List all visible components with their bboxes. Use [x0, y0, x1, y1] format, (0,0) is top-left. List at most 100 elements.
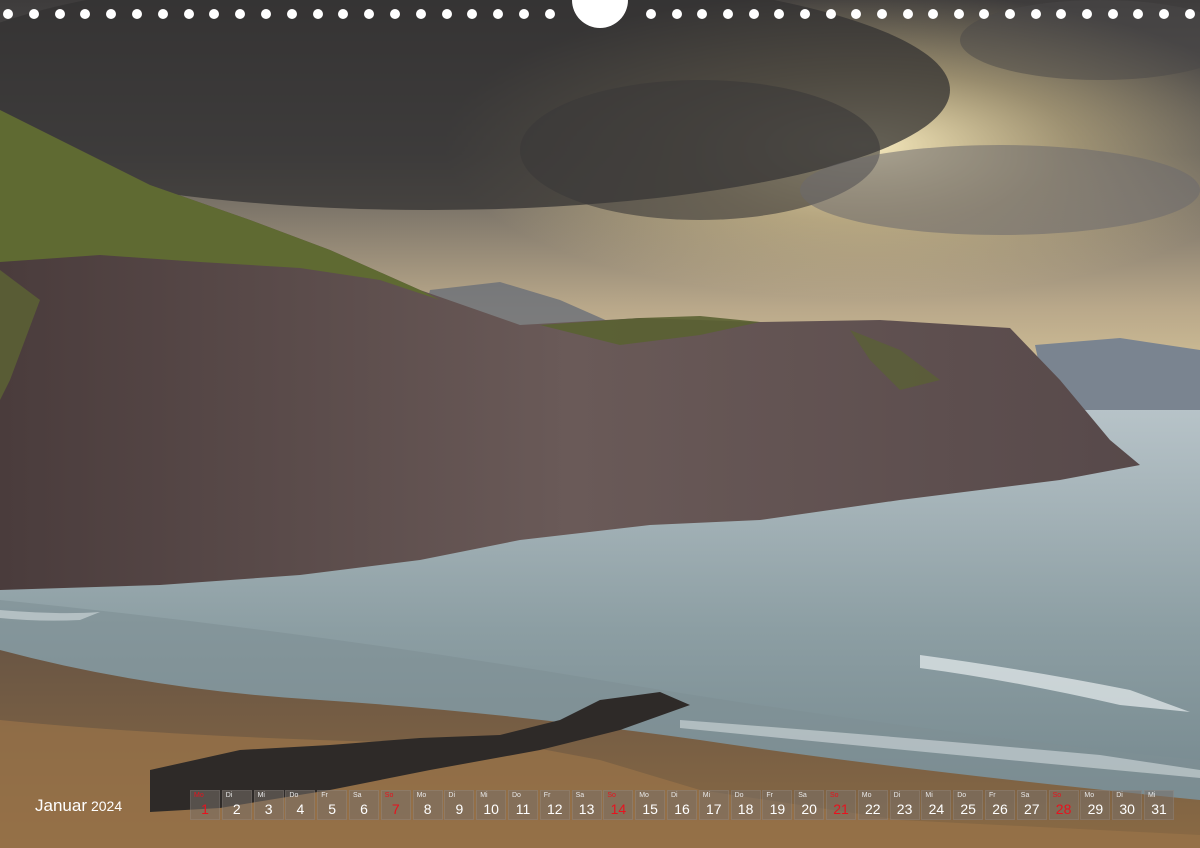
- weekday-label: Do: [957, 792, 967, 799]
- calendar-day: So 28: [1048, 790, 1079, 820]
- calendar-day: Sa 20: [794, 790, 825, 820]
- day-number: 2: [232, 801, 241, 817]
- day-number: 12: [547, 801, 563, 817]
- binding-hole: [183, 9, 194, 19]
- calendar-day: Fr 26: [985, 790, 1015, 820]
- weekday-label: Mo: [1084, 792, 1095, 799]
- day-number: 22: [865, 801, 881, 817]
- day-number: 23: [896, 801, 913, 817]
- calendar-day: Sa 27: [1016, 790, 1047, 820]
- binding-hole: [54, 9, 65, 19]
- day-number: 28: [1055, 801, 1072, 817]
- binding-hole: [1184, 9, 1195, 19]
- day-number: 17: [706, 801, 722, 817]
- calendar-day: Do 18: [730, 790, 761, 820]
- calendar-day: Di 2: [221, 790, 252, 820]
- weekday-label: Fr: [989, 792, 996, 799]
- weekday-label: So: [384, 792, 394, 799]
- calendar-strip: Januar 2024 Mo 1 Di 2 Mi 3 Do 4 Fr 5 Sa 6 So 7 Mo 8 Di 9 Mi…: [0, 790, 1200, 822]
- weekday-label: So: [830, 792, 839, 799]
- day-number: 7: [391, 801, 400, 817]
- binding-hole: [28, 9, 39, 19]
- day-number: 10: [483, 801, 499, 817]
- binding-hole: [722, 9, 733, 19]
- calendar-day: Mo 22: [857, 790, 888, 820]
- calendar-day: Mo 1: [190, 790, 220, 820]
- binding-hole: [544, 9, 555, 19]
- binding-hole: [157, 9, 168, 19]
- binding-hole: [132, 9, 142, 19]
- calendar-day: So 21: [826, 790, 856, 820]
- binding-hole: [825, 9, 836, 19]
- binding-hole: [467, 9, 478, 19]
- day-number: 5: [328, 801, 337, 817]
- calendar-day: Mi 24: [921, 790, 952, 820]
- weekday-label: Mo: [639, 792, 649, 799]
- day-number: 16: [674, 801, 690, 817]
- weekday-label: Do: [734, 792, 744, 799]
- calendar-day: Fr 12: [539, 790, 570, 820]
- weekday-label: Di: [1116, 792, 1123, 799]
- binding-hole: [364, 9, 375, 19]
- weekday-label: Sa: [575, 792, 585, 799]
- calendar-day: Fr 19: [762, 790, 793, 820]
- calendar-day: Di 23: [889, 790, 920, 820]
- calendar-day: Mi 31: [1144, 790, 1174, 820]
- binding-hole: [646, 9, 656, 19]
- binding-hole: [774, 9, 785, 19]
- binding-hole: [106, 9, 117, 19]
- calendar-day: Mo 29: [1080, 790, 1111, 820]
- day-number: 8: [423, 801, 432, 817]
- binding-hole: [928, 9, 939, 19]
- calendar-day: Do 25: [953, 790, 984, 820]
- weekday-label: Sa: [798, 792, 807, 799]
- day-number: 14: [610, 801, 627, 817]
- calendar-day: Fr 5: [317, 790, 348, 820]
- day-number: 31: [1151, 801, 1167, 817]
- binding-hole: [441, 9, 452, 19]
- weekday-label: Mi: [702, 792, 711, 799]
- weekday-label: Sa: [1020, 792, 1030, 799]
- day-number: 1: [201, 801, 209, 817]
- day-number: 9: [455, 801, 464, 817]
- day-number: 11: [515, 801, 531, 817]
- calendar-day: Di 30: [1112, 790, 1143, 820]
- binding-hole: [235, 9, 246, 19]
- binding-hole: [851, 9, 862, 19]
- binding-hole: [876, 9, 887, 19]
- day-number: 25: [960, 801, 976, 817]
- weekday-label: Di: [671, 792, 678, 799]
- calendar-day: Mi 3: [253, 790, 284, 820]
- calendar-day: Di 16: [667, 790, 697, 820]
- weekday-label: Do: [289, 792, 299, 799]
- binding-hole: [312, 9, 323, 19]
- weekday-label: Fr: [543, 792, 551, 799]
- calendar-day: Do 4: [285, 790, 316, 820]
- day-number: 15: [642, 801, 658, 817]
- binding-hole: [1056, 9, 1067, 19]
- weekday-label: Mi: [257, 792, 265, 799]
- calendar-day: Mi 10: [476, 790, 507, 820]
- year-label: 2024: [90, 798, 123, 814]
- calendar-day: Mo 8: [412, 790, 443, 820]
- weekday-label: So: [607, 792, 616, 799]
- weekday-label: Mo: [861, 792, 872, 799]
- binding-hole: [286, 9, 297, 19]
- weekday-label: Fr: [321, 792, 328, 799]
- binding-hole: [3, 9, 13, 19]
- binding-hole: [1107, 9, 1118, 19]
- calendar-day: So 14: [603, 790, 634, 820]
- month-label: Januar 2024: [35, 796, 122, 816]
- day-number: 30: [1119, 801, 1135, 817]
- binding-hole: [953, 9, 964, 19]
- binding-hole: [1159, 9, 1169, 19]
- binding-hole: [697, 9, 708, 19]
- calendar-day: Mi 17: [698, 790, 729, 820]
- day-number: 20: [801, 801, 817, 817]
- binding-hole: [390, 9, 400, 19]
- weekday-label: Mo: [194, 792, 204, 799]
- weekday-label: Di: [448, 792, 456, 799]
- day-number: 24: [928, 801, 945, 817]
- binding-hole: [415, 9, 426, 19]
- day-number: 21: [833, 801, 849, 817]
